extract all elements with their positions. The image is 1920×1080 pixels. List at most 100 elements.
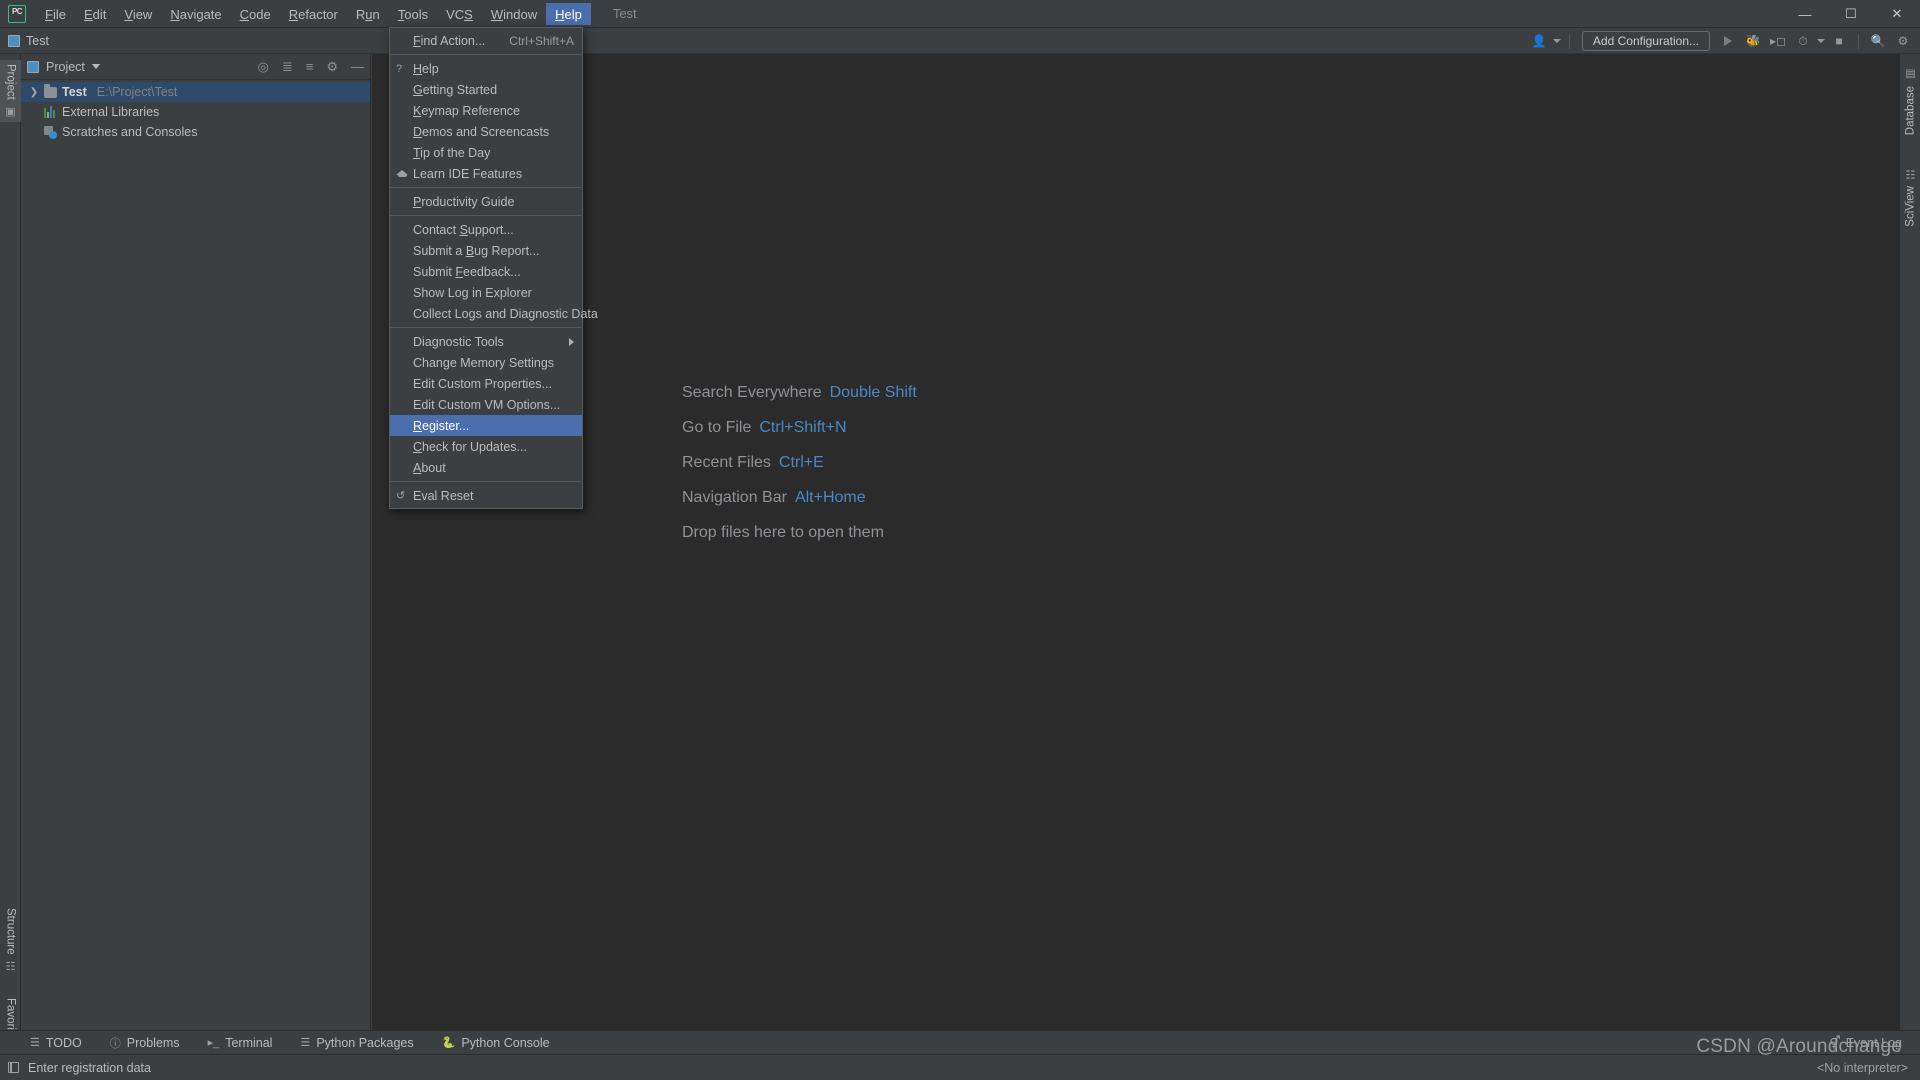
help-menu-item-eval-reset[interactable]: ↺ Eval Reset (390, 485, 582, 506)
breadcrumb[interactable]: Test (8, 34, 49, 48)
tree-node-external-libraries[interactable]: External Libraries (21, 102, 370, 122)
tool-tab-project[interactable]: Project ▣ (0, 60, 21, 122)
editor-hint-shortcut: Alt+Home (794, 489, 866, 506)
tool-tab-database[interactable]: Database ▤ (1900, 64, 1920, 139)
expand-all-icon[interactable]: ≡ (306, 59, 314, 74)
tool-tab-label: Project (4, 64, 17, 100)
menu-tools[interactable]: Tools (389, 3, 437, 25)
project-panel-title: Project (46, 59, 85, 74)
help-menu-item-submit-feedback[interactable]: Submit Feedback... (390, 261, 582, 282)
help-menu-item-edit-custom-vm-options[interactable]: Edit Custom VM Options... (390, 394, 582, 415)
add-configuration-button[interactable]: Add Configuration... (1581, 31, 1710, 51)
help-menu-item-tip-of-the-day[interactable]: Tip of the Day (390, 142, 582, 163)
minimize-button[interactable]: — (1782, 0, 1828, 28)
help-menu-item-change-memory-settings[interactable]: Change Memory Settings (390, 352, 582, 373)
tool-tab-label: Database (1904, 86, 1917, 136)
bottom-tab-terminal[interactable]: ▸_ Terminal (208, 1036, 273, 1050)
packages-icon: ☰ (300, 1037, 311, 1049)
menu-window[interactable]: Window (482, 3, 546, 25)
menu-item-label: Tip of the Day (413, 145, 491, 160)
interpreter-status[interactable]: <No interpreter> (1817, 1061, 1908, 1075)
bottom-tab-todo[interactable]: ☰ TODO (30, 1036, 82, 1050)
help-menu-item-about[interactable]: About (390, 457, 582, 478)
menu-help[interactable]: Help (546, 2, 591, 25)
navigation-toolbar: Test 👤 Add Configuration... 🐝 ▸◻ ⏱ ■ 🔍 ⚙ (0, 28, 1920, 54)
close-button[interactable]: ✕ (1874, 0, 1920, 28)
menu-item-label: Getting Started (413, 82, 498, 97)
menu-separator (390, 481, 582, 482)
settings-gear-icon[interactable]: ⚙ (1892, 30, 1914, 52)
menu-edit[interactable]: Edit (75, 3, 115, 25)
help-menu-item-submit-a-bug-report[interactable]: Submit a Bug Report... (390, 240, 582, 261)
menu-file[interactable]: File (36, 3, 75, 25)
menu-item-label: Register... (413, 418, 470, 433)
help-menu-item-productivity-guide[interactable]: Productivity Guide (390, 191, 582, 212)
menu-item-label: Submit Feedback... (413, 264, 521, 279)
toolbar-divider (1568, 33, 1570, 49)
editor-hints: Search Everywhere Double Shift Go to File C… (682, 384, 917, 542)
event-log-button[interactable]: ⚥ Event Log (1829, 1035, 1902, 1051)
bottom-tab-python-packages[interactable]: ☰ Python Packages (300, 1036, 413, 1050)
editor-hint-text: Search Everywhere (682, 384, 822, 401)
hide-icon[interactable]: — (351, 59, 364, 74)
help-menu-item-register[interactable]: Register... (390, 415, 582, 436)
editor-hint-text: Go to File (682, 419, 752, 436)
menu-item-label: Learn IDE Features (413, 166, 523, 181)
window-controls: — ☐ ✕ (1782, 0, 1920, 28)
editor-hint-shortcut: Ctrl+E (778, 454, 824, 471)
tree-node-scratches-and-consoles[interactable]: Scratches and Consoles (21, 122, 370, 142)
project-panel-header: Project ◎ ≣ ≡ ⚙ — (21, 54, 370, 80)
maximize-button[interactable]: ☐ (1828, 0, 1874, 28)
menu-navigate[interactable]: Navigate (161, 3, 230, 25)
stop-icon[interactable]: ■ (1828, 30, 1850, 52)
help-menu-item-diagnostic-tools[interactable]: Diagnostic Tools (390, 331, 582, 352)
help-menu-item-demos-and-screencasts[interactable]: Demos and Screencasts (390, 121, 582, 142)
help-menu-item-contact-support[interactable]: Contact Support... (390, 219, 582, 240)
event-log-label: Event Log (1845, 1035, 1902, 1050)
bottom-tab-python-console[interactable]: 🐍 Python Console (442, 1036, 550, 1050)
status-message[interactable]: Enter registration data (28, 1061, 151, 1075)
expand-arrow-icon[interactable]: ❯ (29, 87, 39, 98)
help-menu-item-keymap-reference[interactable]: Keymap Reference (390, 100, 582, 121)
menu-run[interactable]: Run (347, 3, 389, 25)
collapse-all-icon[interactable]: ≣ (282, 59, 293, 75)
settings-icon[interactable]: ⚙ (326, 59, 338, 75)
help-menu-item-learn-ide-features[interactable]: Learn IDE Features (390, 163, 582, 184)
tree-node-test[interactable]: ❯ Test E:\Project\Test (21, 82, 370, 102)
grid-icon: ☷ (1905, 168, 1917, 181)
debug-icon[interactable]: 🐝 (1742, 30, 1764, 52)
menu-refactor[interactable]: Refactor (280, 3, 347, 25)
profile-icon[interactable]: ⏱ (1792, 30, 1814, 52)
menu-separator (390, 215, 582, 216)
editor-hint: Drop files here to open them (682, 524, 917, 542)
chevron-down-icon-2[interactable] (1817, 39, 1825, 43)
submenu-arrow-icon (569, 337, 574, 346)
tool-tab-sciview[interactable]: SciView ☷ (1900, 164, 1920, 231)
tool-tab-structure[interactable]: Structure ☷ (0, 904, 21, 977)
editor-hint-text: Navigation Bar (682, 489, 787, 506)
help-menu-item-check-for-updates[interactable]: Check for Updates... (390, 436, 582, 457)
run-coverage-icon[interactable]: ▸◻ (1767, 30, 1789, 52)
chevron-down-icon-project[interactable] (91, 64, 100, 69)
menu-item-label: Contact Support... (413, 222, 514, 237)
chevron-down-icon[interactable] (1552, 39, 1561, 43)
menu-vcs[interactable]: VCS (437, 3, 482, 25)
help-menu-item-collect-logs-and-diagnostic-data[interactable]: Collect Logs and Diagnostic Data (390, 303, 598, 324)
menu-item-label: Show Log in Explorer (413, 285, 532, 300)
breadcrumb-label: Test (26, 33, 49, 48)
search-icon[interactable]: 🔍 (1867, 30, 1889, 52)
locate-target-icon[interactable]: ◎ (258, 59, 269, 75)
editor-area[interactable]: Search Everywhere Double Shift Go to File C… (372, 54, 1899, 1041)
menu-view[interactable]: View (115, 3, 161, 25)
help-menu-item-help[interactable]: ? Help (390, 58, 582, 79)
bottom-tab-problems[interactable]: ⓘ Problems (110, 1035, 180, 1051)
run-icon[interactable] (1717, 30, 1739, 52)
project-panel-actions: ◎ ≣ ≡ ⚙ — (258, 59, 365, 75)
menu-code[interactable]: Code (231, 3, 280, 25)
help-menu-item-find-action[interactable]: Find Action... Ctrl+Shift+A (390, 30, 582, 51)
help-menu-item-getting-started[interactable]: Getting Started (390, 79, 582, 100)
help-menu-item-show-log-in-explorer[interactable]: Show Log in Explorer (390, 282, 582, 303)
help-menu-item-edit-custom-properties[interactable]: Edit Custom Properties... (390, 373, 582, 394)
user-avatar-icon[interactable]: 👤 (1528, 30, 1550, 52)
editor-hint: Recent Files Ctrl+E (682, 454, 917, 472)
